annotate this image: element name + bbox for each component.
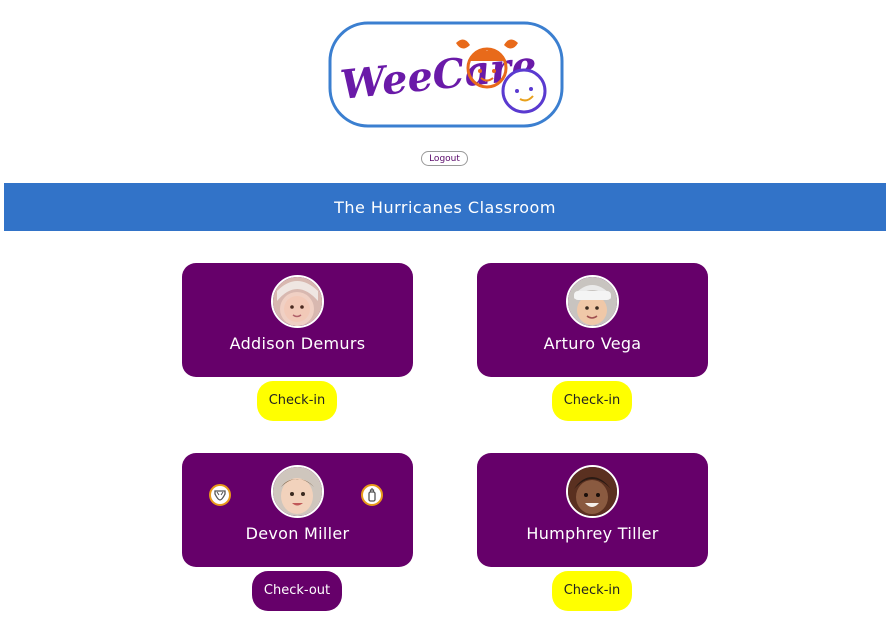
child-card-addison[interactable]: Addison Demurs bbox=[182, 263, 413, 377]
weecare-logo: WeeCare bbox=[328, 21, 564, 128]
diaper-icon bbox=[209, 484, 231, 506]
child-avatar bbox=[565, 275, 619, 328]
child-name: Arturo Vega bbox=[543, 334, 642, 353]
child-card-arturo[interactable]: Arturo Vega bbox=[477, 263, 708, 377]
check-in-button[interactable]: Check-in bbox=[552, 381, 632, 421]
child-card-humphrey[interactable]: Humphrey Tiller bbox=[477, 453, 708, 567]
child-avatar bbox=[565, 465, 619, 518]
child-avatar bbox=[270, 275, 324, 328]
classroom-title: The Hurricanes Classroom bbox=[4, 183, 886, 231]
check-out-button[interactable]: Check-out bbox=[252, 571, 342, 611]
check-in-button[interactable]: Check-in bbox=[257, 381, 337, 421]
child-avatar bbox=[270, 465, 324, 518]
check-in-button[interactable]: Check-in bbox=[552, 571, 632, 611]
child-name: Humphrey Tiller bbox=[526, 524, 659, 543]
logout-button[interactable]: Logout bbox=[421, 151, 468, 166]
child-name: Devon Miller bbox=[245, 524, 350, 543]
child-name: Addison Demurs bbox=[229, 334, 366, 353]
bottle-icon bbox=[361, 484, 383, 506]
child-card-devon[interactable]: Devon Miller bbox=[182, 453, 413, 567]
